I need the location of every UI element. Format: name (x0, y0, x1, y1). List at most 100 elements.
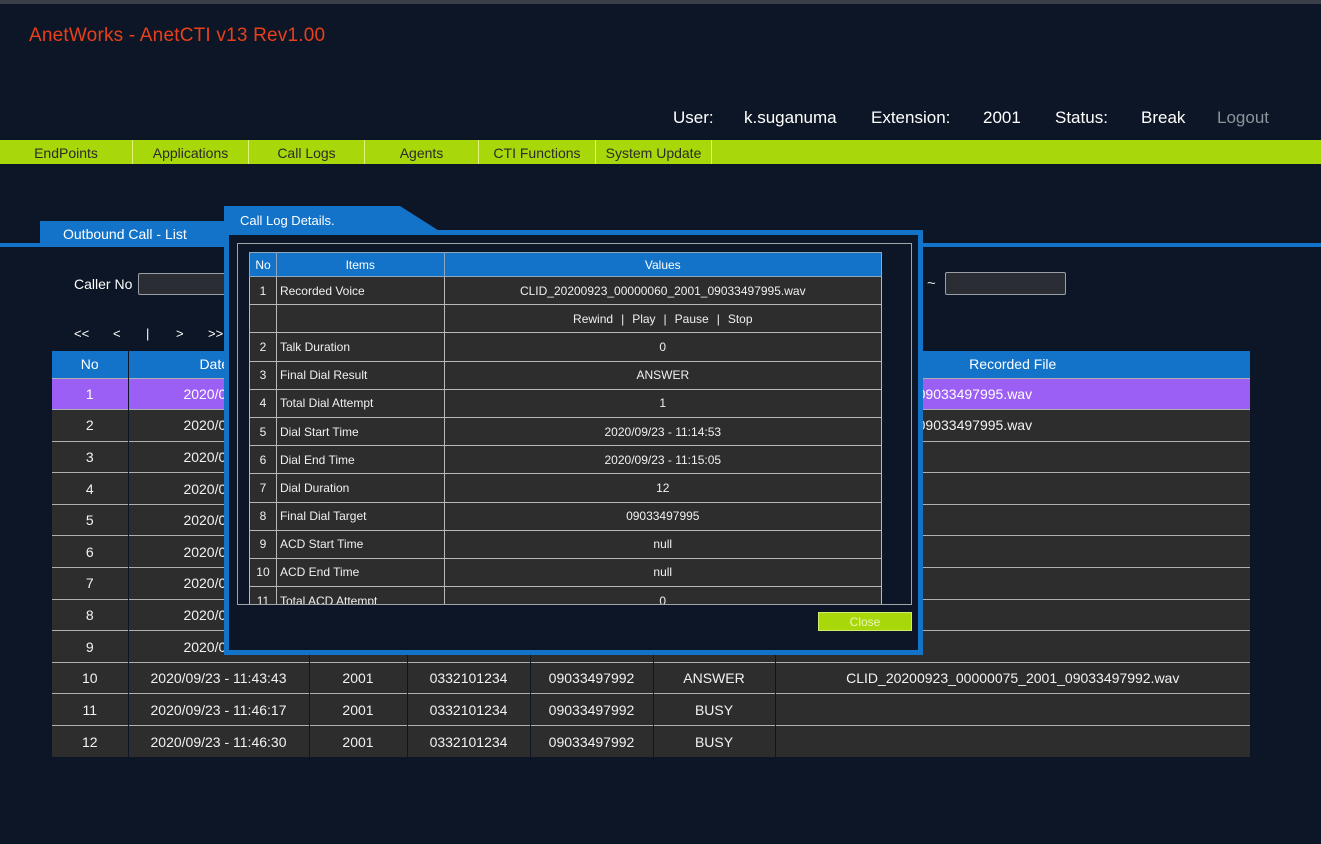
details-table: No Items Values 1 Recorded Voice CLID_202009… (249, 252, 883, 604)
detail-no: 8 (249, 501, 277, 531)
cell-col-recorded-file (775, 693, 1250, 726)
detail-row: 4 Total Dial Attempt 1 (249, 388, 883, 418)
detail-no: 5 (249, 416, 277, 447)
detail-no: 2 (249, 332, 277, 362)
menu-agents[interactable]: Agents (365, 140, 479, 164)
cell-col-datetime: 2020/09/23 - 11:43:43 (128, 661, 310, 694)
detail-value: 12 (443, 473, 883, 503)
detail-item: Final Dial Result (275, 360, 445, 390)
cell-col-datetime: 2020/09/23 - 11:46:17 (128, 693, 310, 726)
cell-col-no: 9 (52, 630, 129, 663)
cell-col-no: 10 (52, 661, 129, 694)
logout-link[interactable]: Logout (1217, 108, 1269, 128)
cell-col-extension: 2001 (309, 661, 408, 694)
window-top-border (0, 0, 1321, 4)
cell-col-callee: 09033497992 (530, 725, 654, 758)
cell-col-no: 12 (52, 725, 129, 758)
user-name: k.suganuma (744, 108, 837, 127)
detail-item: Talk Duration (275, 332, 445, 362)
call-log-details-dialog: No Items Values 1 Recorded Voice CLID_202009… (224, 230, 923, 655)
menu-call-logs[interactable]: Call Logs (249, 140, 365, 164)
range-end-input[interactable] (945, 272, 1066, 295)
play-button[interactable]: Play (632, 312, 655, 326)
detail-item: ACD End Time (275, 557, 445, 588)
pause-button[interactable]: Pause (675, 312, 709, 326)
extension-label: Extension: (871, 108, 951, 127)
cell-col-no: 7 (52, 567, 129, 600)
menu-applications[interactable]: Applications (133, 140, 249, 164)
table-row[interactable]: 10 2020/09/23 - 11:43:43 2001 0332101234 090… (52, 661, 1250, 694)
menu-system-update[interactable]: System Update (596, 140, 712, 164)
detail-no: 4 (249, 388, 277, 418)
pager-separator: | (146, 326, 150, 341)
control-separator: | (621, 311, 625, 326)
cell-col-caller: 0332101234 (407, 725, 531, 758)
detail-item: Dial Start Time (275, 416, 445, 447)
detail-no: 6 (249, 445, 277, 475)
detail-item: ACD Start Time (275, 529, 445, 559)
detail-value: ANSWER (443, 360, 883, 390)
detail-no: 10 (249, 557, 277, 588)
cell-col-no: 4 (52, 472, 129, 505)
detail-row: 7 Dial Duration 12 (249, 473, 883, 503)
cell-col-no: 6 (52, 535, 129, 568)
detail-item: Recorded Voice (275, 275, 445, 306)
cell-col-extension: 2001 (309, 693, 408, 726)
detail-item: Final Dial Target (275, 501, 445, 531)
caller-no-input[interactable] (138, 273, 228, 295)
user-label: User: (673, 108, 714, 127)
pager-prev[interactable]: < (113, 326, 121, 341)
details-scroll-area[interactable]: No Items Values 1 Recorded Voice CLID_202009… (237, 243, 912, 605)
cell-col-recorded-file (775, 725, 1250, 758)
detail-no: 3 (249, 360, 277, 390)
detail-row: 11 Total ACD Attempt 0 (249, 586, 883, 604)
detail-value: null (443, 557, 883, 588)
rewind-button[interactable]: Rewind (573, 312, 613, 326)
cell-col-callee: 09033497992 (530, 661, 654, 694)
header-col-no[interactable]: No (52, 351, 129, 378)
detail-value: 0 (443, 586, 883, 604)
cell-col-no: 2 (52, 409, 129, 442)
close-button[interactable]: Close (818, 612, 912, 631)
menu-cti-functions[interactable]: CTI Functions (479, 140, 596, 164)
range-separator: ~ (927, 275, 936, 292)
cell-col-no: 5 (52, 503, 129, 536)
detail-value: CLID_20200923_00000060_2001_09033497995.… (443, 275, 883, 306)
pager-last[interactable]: >> (208, 326, 223, 341)
table-row[interactable]: 11 2020/09/23 - 11:46:17 2001 0332101234 090… (52, 693, 1250, 726)
status-label: Status: (1055, 108, 1108, 127)
cell-col-extension: 2001 (309, 725, 408, 758)
control-separator: | (663, 311, 667, 326)
table-row[interactable]: 12 2020/09/23 - 11:46:30 2001 0332101234 090… (52, 725, 1250, 758)
pager-first[interactable]: << (74, 326, 89, 341)
control-separator: | (716, 311, 720, 326)
main-menu: EndPoints Applications Call Logs Agents … (0, 140, 1321, 164)
cell-col-no: 8 (52, 598, 129, 631)
detail-row: 2 Talk Duration 0 (249, 332, 883, 362)
pager-next[interactable]: > (176, 326, 184, 341)
detail-value: 09033497995 (443, 501, 883, 531)
detail-row: 1 Recorded Voice CLID_20200923_00000060_20… (249, 275, 883, 306)
cell-col-recorded-file: CLID_20200923_00000075_2001_09033497992.… (775, 661, 1250, 694)
cell-col-no: 3 (52, 440, 129, 473)
stop-button[interactable]: Stop (728, 312, 753, 326)
caller-no-label: Caller No (74, 276, 133, 292)
menu-endpoints[interactable]: EndPoints (0, 140, 133, 164)
detail-no: 1 (249, 275, 277, 306)
detail-row: 9 ACD Start Time null (249, 529, 883, 559)
detail-item: Total ACD Attempt (275, 586, 445, 604)
detail-value: 1 (443, 388, 883, 418)
detail-col-items: Items (275, 252, 445, 277)
playback-controls: Rewind | Play | Pause | Stop (443, 304, 883, 334)
detail-value: null (443, 529, 883, 559)
cell-col-caller: 0332101234 (407, 661, 531, 694)
detail-value: 2020/09/23 - 11:14:53 (443, 416, 883, 447)
detail-value: 0 (443, 332, 883, 362)
detail-col-values: Values (443, 252, 883, 277)
detail-item: Total Dial Attempt (275, 388, 445, 418)
detail-row: 3 Final Dial Result ANSWER (249, 360, 883, 390)
status-value: Break (1141, 108, 1186, 127)
cell-col-caller: 0332101234 (407, 693, 531, 726)
cell-col-callee: 09033497992 (530, 693, 654, 726)
detail-col-no: No (249, 252, 277, 277)
